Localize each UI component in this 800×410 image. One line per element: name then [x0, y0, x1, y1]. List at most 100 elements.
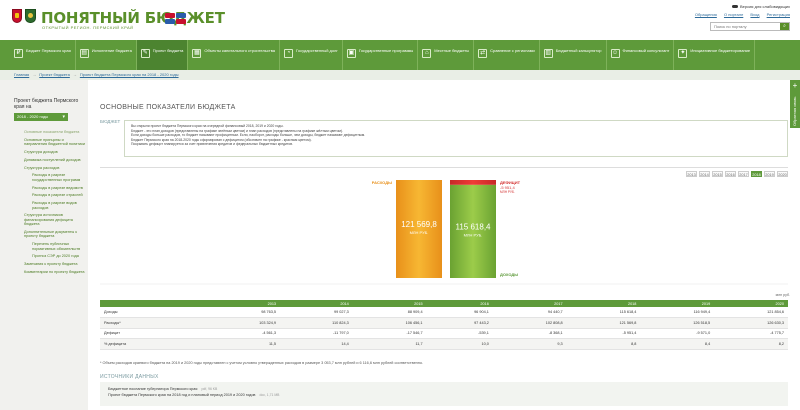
search-icon: ⌕ [783, 23, 786, 29]
table-cell: -8 368,1 [492, 328, 567, 339]
nav-item-debt[interactable]: ◔ Государственный долг [280, 40, 343, 70]
calculator-icon: ▥ [543, 49, 553, 58]
sidebar-item[interactable]: Структура источников финансирования дефи… [24, 213, 86, 226]
year-tab-2018[interactable]: 2018 [751, 171, 762, 177]
sidebar-item[interactable]: Расходы в разрезе ведомств [24, 186, 86, 190]
nav-item-construction[interactable]: ▦ Объекты капитального строительства [188, 40, 280, 70]
label-income: ДОХОДЫ [500, 272, 518, 277]
nav-item-calculator[interactable]: ▥ Бюджетный калькулятор [540, 40, 607, 70]
table-cell: -11 797,0 [280, 328, 353, 339]
sources-title: ИСТОЧНИКИ ДАННЫХ [100, 374, 159, 380]
search-box: ⌕ [710, 22, 790, 31]
table-cell: 121 569,8 [566, 317, 641, 329]
region-emblem-icon [25, 9, 36, 23]
year-tab-2014[interactable]: 2014 [699, 171, 710, 177]
breadcrumb-draft[interactable]: Проект бюджета [39, 72, 70, 77]
year-tab-2016[interactable]: 2016 [725, 171, 736, 177]
column-header: 2016 [426, 300, 493, 307]
ruble-icon: ₽ [14, 49, 23, 58]
breadcrumb-separator: → [72, 72, 77, 77]
label-expenses: РАСХОДЫ [372, 180, 392, 185]
nav-item-consultant[interactable]: ☺ Финансовый консультант [607, 40, 675, 70]
table-cell: 98 763,5 [206, 307, 281, 318]
table-cell: 116 949,4 [640, 307, 715, 318]
column-header [100, 300, 207, 307]
perm-crest-icon [12, 9, 22, 23]
nav-item-initiative[interactable]: ✦ Инициативное бюджетирование [674, 40, 756, 70]
year-tab-2020[interactable]: 2020 [777, 171, 788, 177]
tab-budget[interactable]: БЮДЖЕТ [100, 119, 120, 124]
sidebar-title: Проект бюджета Пермского края на [14, 98, 79, 110]
sidebar-item[interactable]: Расходы в разрезе видов расходов [24, 201, 86, 210]
sources-box: Бюджетное послание губернатора Пермского… [100, 382, 788, 406]
feedback-tab[interactable]: + Обратная связь [790, 80, 800, 128]
nav-item-execution[interactable]: ▤ Исполнение бюджета [76, 40, 137, 70]
table-cell: 102 808,8 [492, 317, 567, 329]
year-tab-2015[interactable]: 2015 [712, 171, 723, 177]
column-header: 2013 [206, 300, 281, 307]
link-login[interactable]: Вход [750, 12, 759, 17]
nav-item-draft-budget[interactable]: ✎ Проект бюджета [136, 40, 189, 70]
table-cell: 88 909,4 [352, 307, 427, 318]
nav-item-local-budgets[interactable]: ⌂ Местные бюджеты [418, 40, 475, 70]
table-cell: -539,1 [426, 328, 493, 339]
table-cell: 8,2 [714, 338, 788, 350]
sidebar-item[interactable]: Перечень публичных нормативных обязатель… [24, 242, 86, 251]
table-cell: -9 571,0 [640, 328, 715, 339]
table-cell: -17 546,7 [352, 328, 427, 339]
nav-item-compare[interactable]: ⇄ Сравнение с регионами [474, 40, 540, 70]
table-cell: 9,3 [492, 338, 567, 350]
link-appeals[interactable]: Обращения [695, 12, 717, 17]
sidebar-item[interactable]: Комментарии по проекту бюджета [24, 270, 86, 274]
table-cell: 96 904,1 [426, 307, 493, 318]
breadcrumb-current[interactable]: Проект бюджета Пермского края на 2018 - … [80, 72, 179, 77]
bar-expenses [396, 180, 442, 278]
column-header: 2014 [280, 300, 353, 307]
table-cell: 10,0 [426, 338, 493, 350]
search-button[interactable]: ⌕ [780, 23, 789, 30]
nav-item-programs[interactable]: ▣ Государственные программы [343, 40, 419, 70]
accessibility-link[interactable]: Версия для слабовидящих [731, 4, 790, 9]
source-item[interactable]: Проект бюджета Пермского края на 2018 го… [108, 392, 780, 398]
person-icon: ☺ [610, 49, 620, 58]
site-header: ПОНЯТНЫЙ БЮДЖЕТ ОТКРЫТЫЙ РЕГИОН. ПЕРМСКИ… [0, 0, 800, 40]
table-header-row: 2013 2014 2015 2016 2017 2018 2019 2020 [100, 300, 788, 307]
sidebar-item[interactable]: Расходы в разрезе отраслей [24, 193, 86, 197]
bar-deficit [450, 180, 496, 185]
footnote: * Объем расходов краевого бюджета на 201… [100, 361, 424, 365]
main-nav: ₽ Бюджет Пермского края ▤ Исполнение бюдже… [0, 40, 800, 70]
link-about[interactable]: О портале [724, 12, 743, 17]
sidebar-item[interactable]: Расходы в разрезе государственных програ… [24, 173, 86, 182]
sidebar-item[interactable]: Прогноз СЭР до 2020 года [24, 254, 86, 258]
breadcrumb-home[interactable]: Главная [14, 72, 29, 77]
star-icon: ✦ [678, 49, 688, 58]
link-register[interactable]: Регистрация [767, 12, 790, 17]
unit-expenses: МЛН РУБ. [410, 230, 429, 235]
compare-icon: ⇄ [478, 49, 488, 58]
pie-icon: ◔ [284, 49, 293, 58]
sidebar-item[interactable]: Основные показатели бюджета [24, 130, 86, 134]
row-label: Расходы* [100, 317, 207, 329]
year-tab-2013[interactable]: 2013 [686, 171, 697, 177]
year-tab-2019[interactable]: 2019 [764, 171, 775, 177]
breadcrumb: Главная → Проект бюджета → Проект бюджета Пе… [0, 70, 800, 80]
value-income: 115 618,4 [456, 222, 492, 231]
table-cell: 126 518,5 [640, 317, 715, 329]
column-header: 2018 [566, 300, 641, 307]
breadcrumb-separator: → [32, 72, 37, 77]
sidebar-item[interactable]: Основные принципы и направления бюджетно… [24, 138, 86, 147]
sidebar-item[interactable]: Дополнительные документы к проекту бюдже… [24, 230, 86, 239]
table-cell: 14,4 [280, 338, 353, 350]
feedback-label: Обратная связь [792, 96, 797, 126]
sidebar-item[interactable]: Динамика поступлений доходов [24, 158, 86, 162]
year-tab-2017[interactable]: 2017 [738, 171, 749, 177]
nav-item-budget[interactable]: ₽ Бюджет Пермского края [10, 40, 76, 70]
sidebar-item[interactable]: Структура доходов [24, 150, 86, 154]
search-input[interactable] [711, 23, 781, 30]
budget-chart-svg: РАСХОДЫ121 569,8МЛН РУБ.115 618,4МЛН РУБ… [100, 180, 788, 285]
row-label: % дефицита [100, 338, 207, 350]
table-cell: 8,4 [640, 338, 715, 350]
period-select[interactable]: 2018 - 2020 годы [14, 113, 68, 121]
sidebar-item[interactable]: Структура расходов [24, 166, 86, 170]
sidebar-item[interactable]: Замечания к проекту бюджета [24, 262, 86, 266]
